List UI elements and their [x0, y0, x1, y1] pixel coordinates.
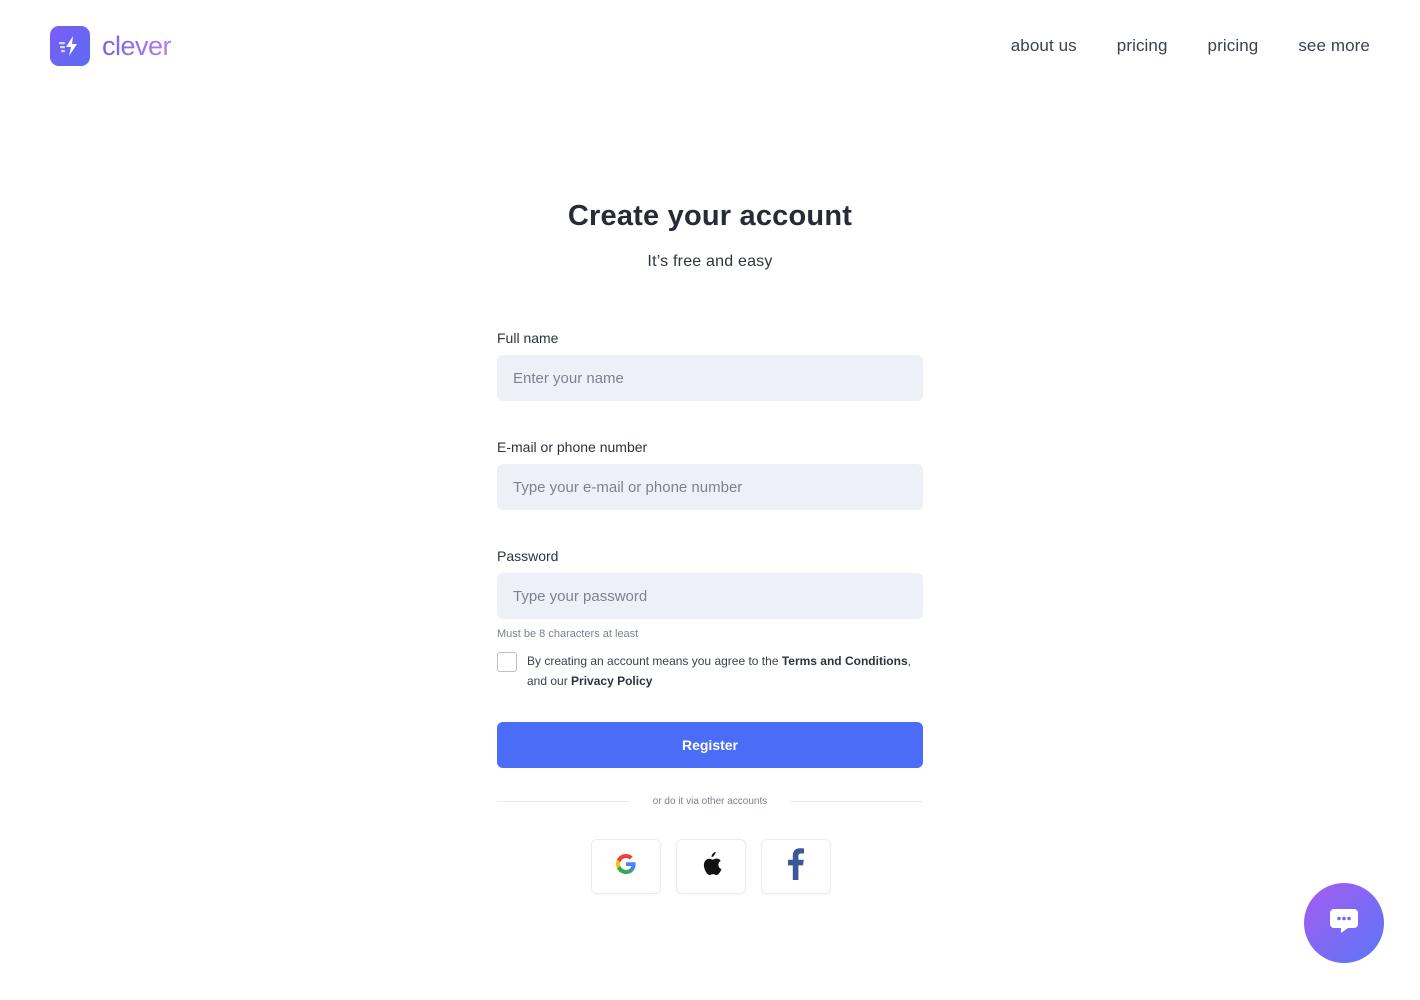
logo[interactable]: clever — [50, 26, 172, 66]
nav-pricing-2[interactable]: pricing — [1208, 36, 1259, 56]
apple-button[interactable] — [676, 839, 746, 894]
social-login — [591, 839, 831, 894]
nav-about-us[interactable]: about us — [1011, 36, 1077, 56]
password-group: Password Must be 8 characters at least — [497, 548, 923, 640]
google-button[interactable] — [591, 839, 661, 894]
facebook-button[interactable] — [761, 839, 831, 894]
social-divider: or do it via other accounts — [497, 796, 924, 807]
facebook-icon — [788, 848, 804, 885]
terms-prefix: By creating an account means you agree t… — [527, 654, 782, 668]
terms-agreement: By creating an account means you agree t… — [497, 651, 923, 691]
contact-input[interactable] — [497, 464, 923, 510]
page-subtitle: It’s free and easy — [647, 253, 773, 270]
full-name-input[interactable] — [497, 355, 923, 401]
contact-label: E-mail or phone number — [497, 439, 648, 455]
terms-text: By creating an account means you agree t… — [527, 651, 923, 691]
chat-button[interactable] — [1304, 883, 1384, 963]
top-nav: about us pricing pricing see more — [1011, 36, 1370, 56]
lightning-icon — [50, 26, 90, 66]
full-name-label: Full name — [497, 330, 559, 346]
chat-icon — [1329, 907, 1359, 940]
password-input[interactable] — [497, 573, 923, 619]
google-icon — [614, 852, 638, 881]
register-button[interactable]: Register — [497, 722, 923, 768]
page-title: Create your account — [567, 200, 853, 232]
divider-line-right — [791, 801, 924, 802]
nav-see-more[interactable]: see more — [1298, 36, 1370, 56]
password-hint: Must be 8 characters at least — [497, 628, 639, 640]
full-name-group: Full name — [497, 330, 923, 401]
apple-icon — [700, 852, 722, 881]
contact-group: E-mail or phone number — [497, 439, 923, 510]
terms-link[interactable]: Terms and Conditions — [782, 654, 908, 668]
password-label: Password — [497, 548, 559, 564]
signup-form: Full name E-mail or phone number Passwor… — [497, 330, 923, 640]
nav-pricing[interactable]: pricing — [1117, 36, 1168, 56]
brand-name: clever — [102, 30, 172, 61]
divider-line-left — [497, 801, 629, 802]
divider-text: or do it via other accounts — [652, 796, 768, 807]
privacy-link[interactable]: Privacy Policy — [571, 674, 652, 688]
signup-page: clever about us pricing pricing see more… — [0, 0, 1420, 1000]
terms-checkbox[interactable] — [497, 652, 517, 672]
